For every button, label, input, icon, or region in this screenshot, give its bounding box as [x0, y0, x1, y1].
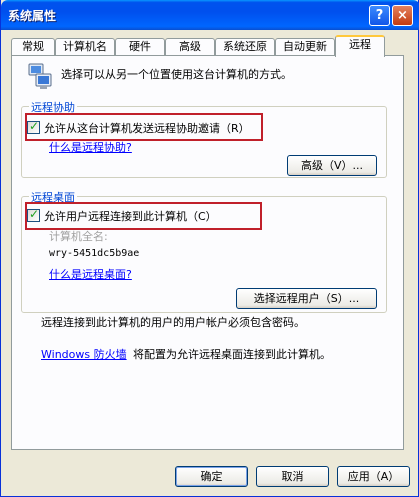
remote-desktop-checkbox-label[interactable]: 允许用户远程连接到此计算机（C）: [44, 208, 217, 224]
windows-firewall-link[interactable]: Windows 防火墙: [41, 346, 127, 362]
remote-computers-icon: [28, 63, 52, 89]
remote-desktop-checkbox-row[interactable]: ✓ 允许用户远程连接到此计算机（C）: [27, 206, 217, 225]
password-requirement-note: 远程连接到此计算机的用户的用户帐户必须包含密码。: [41, 316, 305, 329]
tab-remote[interactable]: 远程: [335, 35, 385, 57]
firewall-note: 将配置为允许远程桌面连接到此计算机。: [133, 348, 331, 361]
tab-advanced[interactable]: 高级: [165, 38, 215, 56]
tab-hardware[interactable]: 硬件: [115, 38, 165, 56]
close-button[interactable]: ×: [392, 5, 413, 26]
tab-system-restore[interactable]: 系统还原: [215, 38, 275, 56]
computer-name-value: wry-5451dc5b9ae: [49, 248, 140, 259]
ok-button[interactable]: 确定: [175, 466, 248, 487]
window-title: 系统属性: [8, 9, 57, 23]
tab-computer-name[interactable]: 计算机名: [55, 38, 115, 56]
remote-desktop-group-title: 远程桌面: [29, 189, 77, 205]
select-remote-users-button[interactable]: 选择远程用户（S）...: [236, 288, 377, 309]
system-properties-window: 系统属性 ? × 常规 计算机名 硬件 高级 系统还原 自动更新 远程 选择可以…: [0, 0, 419, 497]
checkmark-icon: ✓: [29, 119, 40, 133]
what-is-remote-assistance-link[interactable]: 什么是远程协助?: [49, 139, 132, 155]
checkmark-icon: ✓: [29, 207, 40, 221]
remote-assistance-group-title: 远程协助: [29, 99, 77, 115]
title-bar[interactable]: 系统属性 ? ×: [1, 0, 419, 30]
remote-assistance-checkbox[interactable]: ✓: [27, 119, 40, 134]
tab-automatic-updates[interactable]: 自动更新: [275, 38, 335, 56]
remote-assistance-checkbox-row[interactable]: ✓ 允许从这台计算机发送远程协助邀请（R）: [27, 118, 250, 137]
tab-general[interactable]: 常规: [11, 38, 55, 56]
what-is-remote-desktop-link[interactable]: 什么是远程桌面?: [49, 266, 132, 282]
remote-assistance-checkbox-label[interactable]: 允许从这台计算机发送远程协助邀请（R）: [44, 120, 250, 136]
computer-name-label: 计算机全名:: [49, 230, 108, 243]
cancel-button[interactable]: 取消: [256, 466, 329, 487]
intro-text: 选择可以从另一个位置使用这台计算机的方式。: [61, 68, 292, 81]
help-button[interactable]: ?: [369, 5, 390, 26]
remote-desktop-checkbox[interactable]: ✓: [27, 207, 40, 222]
apply-button[interactable]: 应用（A）: [337, 466, 410, 487]
remote-assistance-advanced-button[interactable]: 高级（V）...: [287, 155, 377, 176]
